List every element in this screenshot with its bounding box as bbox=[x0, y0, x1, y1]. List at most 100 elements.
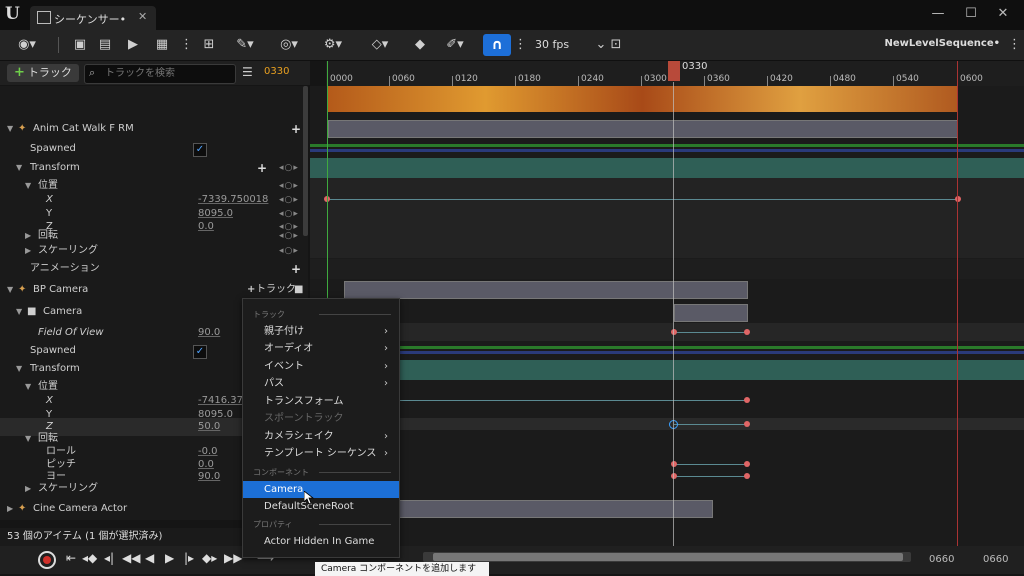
expand-arrow-icon[interactable]: ▼ bbox=[7, 120, 13, 138]
close-button[interactable]: ✕ bbox=[993, 6, 1013, 24]
track-section[interactable] bbox=[344, 281, 748, 299]
keyframe[interactable] bbox=[671, 329, 677, 335]
hierarchy-icon[interactable]: ⊞ bbox=[198, 35, 220, 55]
ruler-tick-label: 0060 bbox=[392, 74, 415, 84]
menu-item-transform[interactable]: トランスフォーム bbox=[243, 393, 399, 410]
keyframe[interactable] bbox=[744, 473, 750, 479]
menu-item-camera[interactable]: Camera bbox=[243, 481, 399, 498]
fps-selector[interactable]: 30 fps bbox=[535, 38, 569, 51]
keyframe[interactable] bbox=[671, 461, 677, 467]
track-search-box[interactable]: ⌕ bbox=[84, 64, 236, 84]
submenu-arrow-icon: › bbox=[384, 378, 388, 389]
keyframe[interactable] bbox=[744, 329, 750, 335]
unreal-logo-icon[interactable]: U bbox=[5, 4, 27, 26]
track-row-bp-camera[interactable]: ▼ ✦ BP Camera + トラック ■ bbox=[0, 281, 308, 299]
view-end-frame-field[interactable]: 0660 bbox=[983, 554, 1008, 565]
collapse-arrow-icon[interactable]: ▶ bbox=[7, 500, 13, 518]
track-search-input[interactable] bbox=[105, 66, 230, 81]
selected-band bbox=[310, 418, 1024, 430]
keyframe[interactable] bbox=[744, 461, 750, 467]
minimize-button[interactable]: — bbox=[928, 6, 948, 24]
collapse-arrow-icon[interactable]: ▶ bbox=[25, 480, 31, 498]
spawned-checkbox[interactable]: ✓ bbox=[193, 143, 207, 157]
previous-key-icon[interactable]: ◂◆ bbox=[82, 551, 97, 565]
playback-options-icon[interactable]: ⚙▾ bbox=[318, 35, 348, 55]
clapperboard-icon[interactable]: ▦ bbox=[152, 35, 172, 55]
sequence-options-icon[interactable]: ⋮ bbox=[1008, 35, 1021, 55]
step-back-icon[interactable]: ◀◀ bbox=[122, 551, 140, 565]
track-row-scale[interactable]: ▶ スケーリング ◂○▸ bbox=[0, 242, 308, 260]
expand-arrow-icon[interactable]: ▼ bbox=[7, 281, 13, 299]
camera-icon[interactable]: ■ bbox=[294, 281, 303, 299]
more-options-icon[interactable]: ⋮ bbox=[180, 35, 193, 55]
track-section[interactable] bbox=[674, 304, 748, 322]
menu-item-template-sequence[interactable]: テンプレート シーケンス › bbox=[243, 445, 399, 462]
expand-arrow-icon[interactable]: ▼ bbox=[16, 159, 22, 177]
record-button[interactable] bbox=[38, 551, 56, 569]
play-icon[interactable]: ▶ bbox=[165, 551, 174, 565]
world-dropdown-icon[interactable]: ◉▾ bbox=[12, 35, 42, 55]
add-track-button[interactable]: トラック bbox=[256, 281, 296, 299]
keyframe[interactable] bbox=[744, 397, 750, 403]
track-section[interactable] bbox=[398, 500, 713, 518]
animation-thumbnail-strip[interactable] bbox=[328, 86, 957, 112]
spawned-checkbox[interactable]: ✓ bbox=[193, 345, 207, 359]
expand-arrow-icon[interactable]: ▼ bbox=[16, 360, 22, 378]
keyframe[interactable] bbox=[671, 473, 677, 479]
add-key-icon[interactable]: + bbox=[257, 159, 267, 177]
find-asset-icon[interactable]: ▤ bbox=[96, 35, 114, 55]
add-track-button[interactable]: + トラック bbox=[7, 64, 79, 82]
playhead-handle[interactable] bbox=[668, 61, 680, 81]
key-interp-icon[interactable]: ◆ bbox=[410, 35, 430, 55]
maximize-button[interactable]: ☐ bbox=[961, 6, 981, 24]
track-area[interactable] bbox=[310, 86, 1024, 548]
next-key-icon[interactable]: ◆▸ bbox=[202, 551, 217, 565]
track-row-animation[interactable]: アニメーション + bbox=[0, 260, 308, 278]
track-row-spawned[interactable]: Spawned ✓ bbox=[0, 140, 308, 158]
keyframe[interactable] bbox=[744, 421, 750, 427]
jump-to-start-icon[interactable]: ⇤ bbox=[66, 551, 76, 565]
scrollbar-thumb[interactable] bbox=[433, 553, 903, 561]
track-row-transform[interactable]: ▼ Transform + ◂○▸ bbox=[0, 159, 308, 177]
track-section[interactable] bbox=[328, 120, 958, 138]
menu-item-path[interactable]: パス › bbox=[243, 375, 399, 392]
sequencer-toolbar: ◉▾ ▣ ▤ ▶ ▦ ⋮ ⊞ ✎▾ ◎▾ ⚙▾ ◇▾ ◆ ✐▾ ∩ ⋮ 30 f… bbox=[0, 30, 1024, 61]
menu-item-event[interactable]: イベント › bbox=[243, 358, 399, 375]
menu-item-default-scene-root[interactable]: DefaultSceneRoot bbox=[243, 498, 399, 515]
curve-editor-icon[interactable]: ⊡ bbox=[605, 35, 627, 55]
track-row-anim-cat[interactable]: ▼ ✦ Anim Cat Walk F RM + bbox=[0, 120, 308, 138]
render-movie-icon[interactable]: ▶ bbox=[124, 35, 142, 55]
snap-magnet-icon[interactable]: ∩ bbox=[483, 34, 511, 56]
menu-item-attach[interactable]: 親子付け › bbox=[243, 323, 399, 340]
playback-end-marker[interactable] bbox=[957, 61, 958, 548]
timeline-horizontal-scrollbar[interactable] bbox=[423, 552, 911, 562]
keyframe[interactable] bbox=[955, 196, 961, 202]
key-navigation-icon[interactable]: ◂○▸ bbox=[279, 242, 299, 260]
previous-frame-icon[interactable]: ◂| bbox=[104, 551, 114, 565]
snap-options-icon[interactable]: ⋮ bbox=[514, 35, 527, 55]
edit-pen-icon[interactable]: ✐▾ bbox=[440, 35, 470, 55]
menu-item-audio[interactable]: オーディオ › bbox=[243, 340, 399, 357]
menu-item-actor-hidden-in-game[interactable]: Actor Hidden In Game bbox=[243, 533, 399, 550]
save-icon[interactable]: ▣ bbox=[72, 35, 88, 55]
tools-dropdown-icon[interactable]: ✎▾ bbox=[230, 35, 260, 55]
menu-item-camera-shake[interactable]: カメラシェイク › bbox=[243, 428, 399, 445]
current-frame-readout[interactable]: 0330 bbox=[264, 66, 289, 77]
step-forward-icon[interactable]: ▶▶ bbox=[224, 551, 242, 565]
track-value[interactable]: 90.0 bbox=[198, 324, 220, 342]
tab-close-icon[interactable]: ✕ bbox=[138, 10, 147, 23]
key-navigation-icon[interactable]: ◂○▸ bbox=[279, 159, 299, 177]
add-subtrack-icon[interactable]: + bbox=[291, 120, 301, 138]
end-frame-field[interactable]: 0660 bbox=[929, 554, 954, 565]
ruler-tick-label: 0420 bbox=[770, 74, 793, 84]
add-animation-icon[interactable]: + bbox=[291, 260, 301, 278]
expand-arrow-icon[interactable]: ▼ bbox=[16, 303, 22, 321]
sequencer-tab[interactable]: シーケンサー• ✕ bbox=[30, 6, 156, 30]
play-reverse-icon[interactable]: ◀ bbox=[145, 551, 154, 565]
next-frame-icon[interactable]: |▸ bbox=[184, 551, 194, 565]
collapse-arrow-icon[interactable]: ▶ bbox=[25, 242, 31, 260]
outliner-scrollbar[interactable] bbox=[303, 86, 308, 236]
key-options-icon[interactable]: ◇▾ bbox=[365, 35, 395, 55]
view-dropdown-icon[interactable]: ◎▾ bbox=[274, 35, 304, 55]
filter-icon[interactable]: ☰ bbox=[242, 65, 253, 79]
